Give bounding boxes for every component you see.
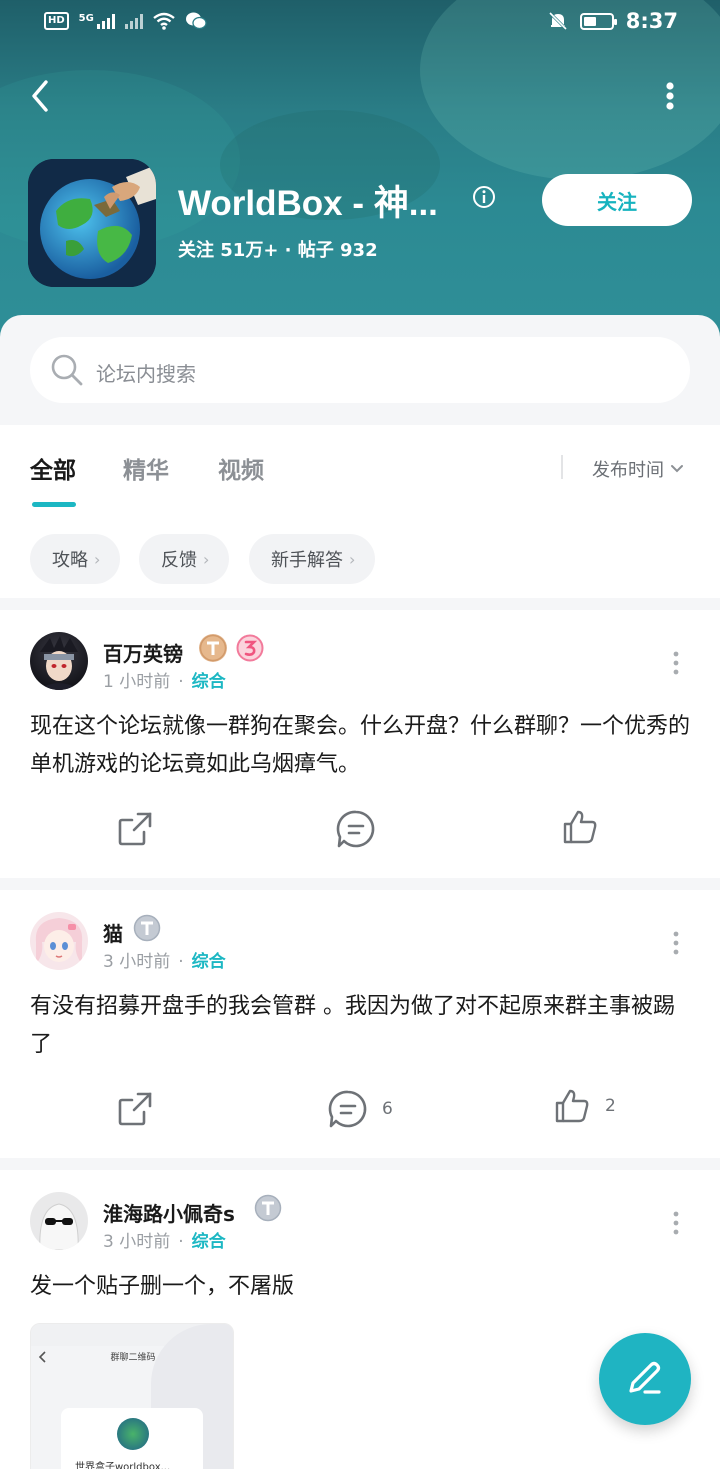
forum-stats: 关注 51万+ · 帖子 932 <box>178 240 378 261</box>
globe-icon <box>117 1418 149 1450</box>
sort-dropdown[interactable]: 发布时间 <box>592 456 684 482</box>
post-time: 3 小时前 <box>103 1232 171 1252</box>
follow-button[interactable]: 关注 <box>542 174 692 226</box>
level-badge <box>133 914 161 942</box>
chip-label: 新手解答 <box>271 550 343 571</box>
signal-icon: 5G <box>79 13 115 29</box>
level-badge <box>254 1194 282 1222</box>
search-placeholder: 论坛内搜索 <box>96 362 196 386</box>
post-category[interactable]: 综合 <box>192 1232 226 1252</box>
chip-newbie[interactable]: 新手解答 › <box>249 534 376 584</box>
share-button[interactable] <box>116 1090 154 1128</box>
mute-bell-icon <box>548 11 567 31</box>
avatar[interactable] <box>30 1192 88 1250</box>
app-icon <box>28 159 156 287</box>
image-caption: 世界盒子worldbox... <box>75 1462 171 1469</box>
more-icon[interactable] <box>656 78 684 118</box>
share-button[interactable] <box>116 810 154 848</box>
comment-button[interactable] <box>336 809 390 849</box>
share-icon <box>118 1092 152 1126</box>
comment-icon <box>336 810 375 848</box>
chip-feedback[interactable]: 反馈 › <box>139 534 230 584</box>
post-content[interactable]: 现在这个论坛就像一群狗在聚会。什么开盘？什么群聊？一个优秀的单机游戏的论坛竟如此… <box>30 708 690 784</box>
avatar[interactable] <box>30 632 88 690</box>
tabs-bar: 全部 精华 视频 发布时间 攻略 › 反馈 › 新手解答 › <box>0 425 720 598</box>
like-count: 2 <box>605 1096 616 1116</box>
more-icon[interactable] <box>666 650 686 676</box>
post-card[interactable]: 猫 3 小时前 · 综合 有没有招募开盘手的我会管群 。我因为做了对不起原来群主事被… <box>0 890 720 1158</box>
battery-icon <box>579 12 617 30</box>
chip-label: 反馈 <box>161 550 197 571</box>
honor-badge <box>236 634 264 662</box>
chevron-right-icon: › <box>203 549 210 569</box>
network-label: 5G <box>78 13 94 24</box>
wifi-icon <box>153 12 175 30</box>
chip-guide[interactable]: 攻略 › <box>30 534 121 584</box>
like-button[interactable] <box>561 808 613 846</box>
like-icon <box>555 1089 589 1123</box>
like-button[interactable]: 2 <box>553 1087 616 1125</box>
post-content[interactable]: 发一个贴子删一个，不屠版 <box>30 1268 690 1306</box>
new-post-button[interactable] <box>599 1333 691 1425</box>
tab-divider <box>561 455 563 479</box>
sort-label: 发布时间 <box>592 460 664 481</box>
username[interactable]: 猫 <box>103 918 123 947</box>
hd-indicator: HD <box>44 12 69 30</box>
forum-header: HD 5G 8:37 WorldBox - 神... 关注 51万+ · 帖子 … <box>0 0 720 345</box>
back-icon[interactable] <box>24 76 60 116</box>
post-meta: 3 小时前 · 综合 <box>103 952 226 972</box>
username[interactable]: 百万英镑 <box>103 638 183 667</box>
post-image[interactable]: 群聊二维码 世界盒子worldbox... <box>30 1323 234 1469</box>
chip-label: 攻略 <box>52 550 88 571</box>
share-icon <box>118 812 152 846</box>
like-icon <box>563 810 597 844</box>
post-content[interactable]: 有没有招募开盘手的我会管群 。我因为做了对不起原来群主事被踢了 <box>30 988 690 1064</box>
comment-button[interactable]: 6 <box>328 1089 393 1129</box>
chevron-down-icon <box>671 465 683 473</box>
tab-indicator <box>32 502 76 507</box>
edit-icon <box>629 1361 661 1394</box>
search-bar[interactable]: 论坛内搜索 <box>30 337 690 403</box>
info-icon[interactable] <box>472 185 496 209</box>
signal-icon <box>124 13 143 29</box>
search-icon <box>51 354 83 386</box>
chevron-right-icon: › <box>349 549 356 569</box>
app-root: HD 5G 8:37 WorldBox - 神... 关注 51万+ · 帖子 … <box>0 0 720 1469</box>
comment-icon <box>328 1090 367 1128</box>
username[interactable]: 淮海路小佩奇s <box>103 1198 235 1227</box>
tab-all[interactable]: 全部 <box>30 451 76 485</box>
tab-video[interactable]: 视频 <box>218 451 264 485</box>
chevron-right-icon: › <box>94 549 101 569</box>
post-time: 3 小时前 <box>103 952 171 972</box>
tab-featured[interactable]: 精华 <box>123 451 169 485</box>
post-time: 1 小时前 <box>103 672 171 692</box>
status-bar: HD 5G 8:37 <box>0 0 720 44</box>
status-time: 8:37 <box>625 9 678 33</box>
post-meta: 3 小时前 · 综合 <box>103 1232 226 1252</box>
level-badge <box>199 634 227 662</box>
post-card[interactable]: 百万英镑 1 小时前 · 综合 现在这个论坛就像一群狗在聚会。什么开盘？什么群聊？一… <box>0 610 720 878</box>
more-icon[interactable] <box>666 1210 686 1236</box>
comment-count: 6 <box>382 1099 393 1119</box>
status-right: 8:37 <box>548 9 678 33</box>
globe-icon <box>28 159 156 287</box>
forum-title: WorldBox - 神... <box>178 184 438 223</box>
wechat-icon <box>185 12 207 30</box>
status-left: HD 5G <box>44 11 207 31</box>
post-category[interactable]: 综合 <box>192 952 226 972</box>
avatar[interactable] <box>30 912 88 970</box>
post-category[interactable]: 综合 <box>192 672 226 692</box>
more-icon[interactable] <box>666 930 686 956</box>
post-meta: 1 小时前 · 综合 <box>103 672 226 692</box>
